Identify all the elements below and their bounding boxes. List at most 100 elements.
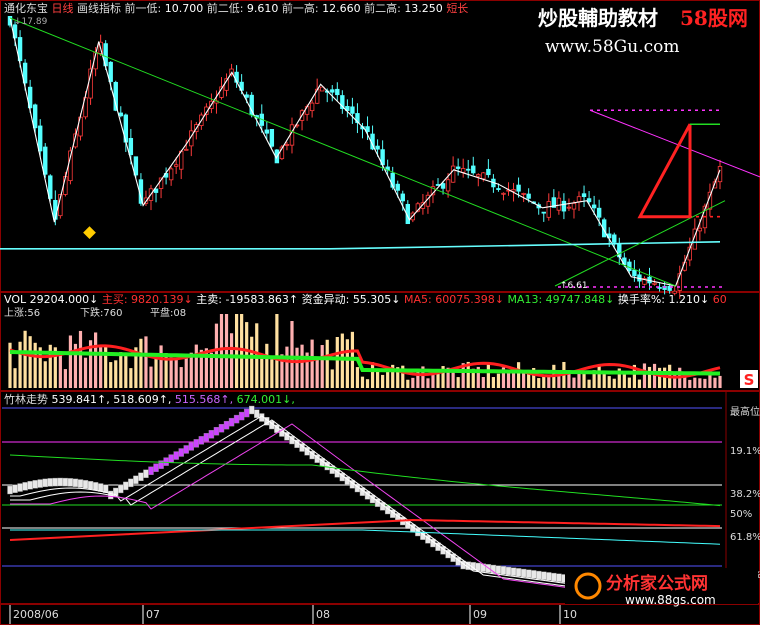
trend-block	[57, 477, 64, 487]
volume-bar	[456, 377, 460, 388]
trend-line-cyan	[10, 529, 721, 545]
candle-body	[521, 193, 526, 195]
candle-body	[486, 168, 491, 176]
volume-bar	[547, 376, 551, 388]
volume-bar	[436, 372, 440, 388]
volume-down-count: 下跌:760	[80, 306, 122, 319]
volume-bar	[481, 377, 485, 388]
watermark-bottom-url: www.88gs.com	[625, 593, 716, 607]
volume-bar	[290, 321, 294, 388]
volume-flat-count: 平盘:08	[150, 306, 186, 319]
volume-bar	[335, 336, 339, 388]
trend-block	[123, 481, 129, 491]
candle-body	[184, 148, 189, 151]
trend-block	[138, 472, 144, 481]
volume-bar	[58, 352, 62, 388]
candle-body	[476, 174, 481, 177]
trend-block	[525, 569, 532, 578]
volume-bar	[129, 368, 133, 388]
trend-block	[32, 480, 38, 489]
trend-block	[223, 420, 230, 430]
candle-body	[460, 168, 466, 173]
candle-body	[128, 138, 134, 156]
trend-block	[87, 481, 94, 490]
volume-bar	[124, 352, 128, 388]
trend-block	[193, 439, 200, 448]
trend-block	[128, 478, 134, 488]
trend-block	[233, 414, 240, 424]
volume-bar	[114, 360, 118, 388]
trend-block	[546, 572, 552, 581]
volume-bar	[169, 357, 173, 388]
candle-body	[330, 89, 335, 93]
volume-bar	[657, 367, 662, 388]
candle-body	[400, 193, 405, 202]
watermark-top-brand: 58股网	[680, 6, 748, 30]
xaxis-label: 07	[146, 608, 160, 621]
trend-block	[12, 484, 18, 493]
volume-up-count: 上涨:56	[4, 307, 40, 319]
triangle-pattern	[637, 123, 692, 219]
trend-block	[37, 479, 43, 488]
volume-bar	[94, 332, 98, 388]
volume-bar	[496, 373, 501, 388]
trend-block	[243, 408, 250, 418]
trend-block	[22, 482, 28, 491]
volume-bars	[8, 314, 722, 388]
trend-block	[188, 442, 194, 451]
volume-bar	[345, 339, 349, 388]
candle-body	[546, 201, 551, 218]
volume-bar	[642, 363, 647, 388]
candle-body	[526, 193, 531, 199]
candle-body	[118, 112, 123, 117]
volume-bar	[693, 377, 697, 388]
candle-body	[450, 165, 456, 183]
volume-bar	[698, 378, 702, 388]
trend-block	[505, 566, 512, 576]
trend-block	[510, 567, 517, 576]
volume-bar	[83, 357, 88, 388]
volume-bar	[315, 357, 319, 388]
fib-level-label: 50%	[730, 509, 752, 520]
volume-bar	[340, 333, 344, 388]
volume-bar	[426, 378, 430, 388]
volume-bar	[506, 372, 511, 388]
candle-body	[632, 269, 637, 277]
trend-block	[208, 430, 215, 439]
volume-bar	[411, 377, 415, 388]
volume-bar	[718, 375, 722, 388]
volume-header: VOL 29204.000↓ 主买: 9820.139↓ 主卖: -19583.…	[4, 292, 727, 306]
volume-bar	[542, 376, 546, 388]
volume-bar	[522, 371, 526, 388]
candle-body	[466, 168, 471, 171]
volume-bar	[219, 314, 224, 388]
trend-block	[133, 475, 139, 485]
xaxis-label: 2008/06	[13, 608, 59, 621]
candle-body	[440, 183, 446, 189]
candle-body	[32, 104, 38, 129]
volume-bar	[33, 342, 37, 388]
stock-chart-svg: ↓17.89 ↑6.61 通化东宝 日线 画线指标 前一低: 10.700 前二低:…	[0, 0, 760, 625]
trend-block	[238, 411, 245, 421]
trend-block	[67, 478, 74, 487]
trend-block	[118, 484, 124, 494]
xaxis-frame	[0, 604, 760, 625]
candle-body	[269, 129, 275, 147]
candle-body	[455, 166, 461, 169]
volume-bar	[647, 366, 652, 388]
trend-block	[47, 478, 53, 487]
trend-block	[520, 568, 527, 578]
candle-body	[173, 164, 179, 167]
fib-level-label: 61.8%	[730, 532, 760, 543]
xaxis-label: 10	[563, 608, 577, 621]
candle-body	[108, 61, 113, 82]
candle-body	[43, 146, 48, 175]
watermark-bottom-title: 分析家公式网	[606, 573, 708, 594]
volume-bar	[511, 371, 516, 388]
volume-bar	[703, 378, 707, 388]
candle-body	[581, 193, 587, 198]
volume-bar	[68, 335, 73, 388]
volume-bar	[355, 367, 360, 388]
volume-bar	[250, 336, 254, 388]
candle-body	[566, 206, 572, 209]
